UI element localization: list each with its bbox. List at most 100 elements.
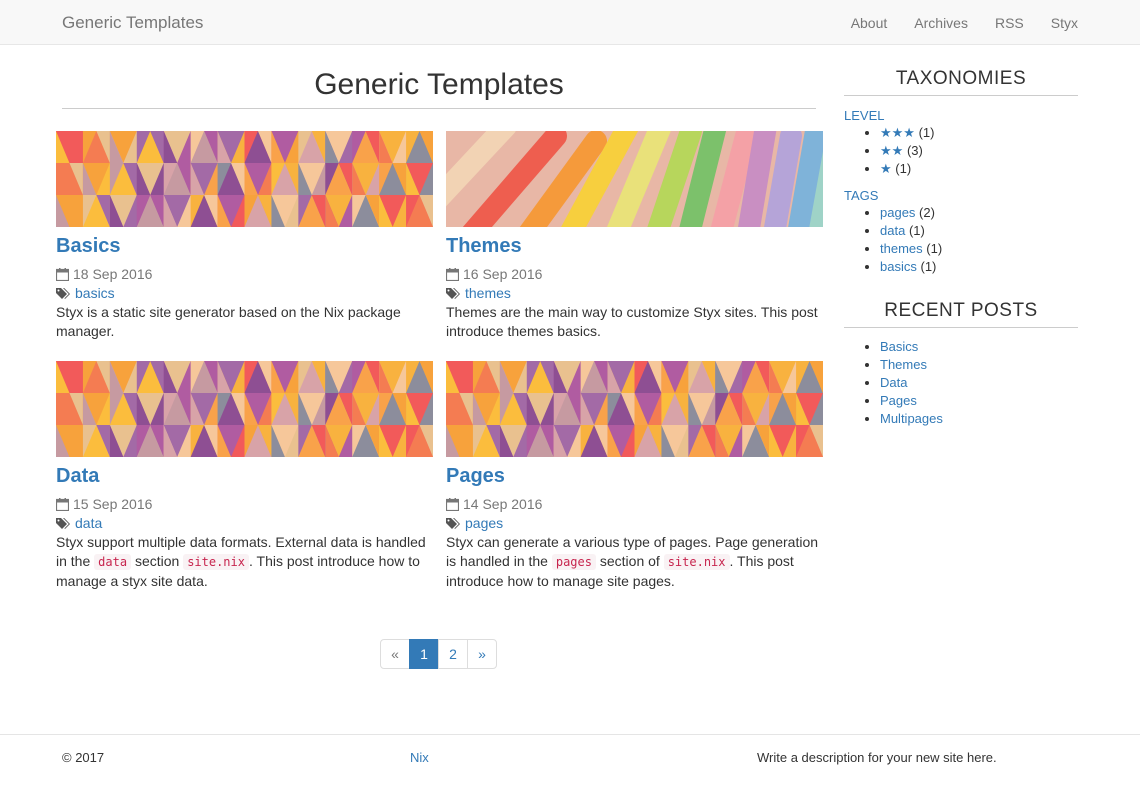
post-date-text: 16 Sep 2016: [463, 266, 543, 282]
taxonomies-heading: TAXONOMIES: [844, 68, 1078, 96]
inline-code: site.nix: [663, 554, 730, 570]
pagination-prev[interactable]: «: [380, 639, 410, 669]
post-description: Themes are the main way to customize Sty…: [446, 304, 818, 339]
recent-post-link[interactable]: Multipages: [880, 411, 943, 426]
calendar-icon: [446, 497, 459, 511]
level-label[interactable]: LEVEL: [844, 108, 1078, 123]
post-tags: themes: [446, 284, 823, 302]
nav-link-about[interactable]: About: [851, 15, 888, 31]
title-divider: [62, 108, 816, 109]
post-description: Styx is a static site generator based on…: [56, 304, 401, 339]
post-date-text: 18 Sep 2016: [73, 266, 153, 282]
level-count: (3): [906, 143, 923, 158]
tag-count: (2): [919, 205, 935, 220]
navbar: Generic Templates About Archives RSS Sty…: [0, 0, 1140, 45]
post-title[interactable]: Basics: [56, 234, 433, 258]
post-date: 18 Sep 2016: [56, 265, 433, 283]
inline-code: data: [94, 554, 132, 570]
pagination-page-2[interactable]: 2: [438, 639, 468, 669]
post-tag-link[interactable]: data: [75, 514, 102, 532]
level-count: (1): [895, 161, 912, 176]
tag-item: basics (1): [880, 258, 1078, 276]
tag-count: (1): [926, 241, 943, 256]
recent-post-item: Basics: [880, 338, 1078, 356]
post-date: 15 Sep 2016: [56, 495, 433, 513]
level-link[interactable]: ★★★: [880, 125, 915, 140]
post-date-text: 15 Sep 2016: [73, 496, 153, 512]
post-banner-image[interactable]: [56, 131, 433, 227]
post-date: 16 Sep 2016: [446, 265, 823, 283]
post-tag-link[interactable]: pages: [465, 514, 503, 532]
post-banner-image[interactable]: [446, 131, 823, 227]
calendar-icon: [56, 267, 69, 281]
recent-post-link[interactable]: Themes: [880, 357, 927, 372]
post-title[interactable]: Pages: [446, 464, 823, 488]
recent-posts-list: Basics Themes Data Pages Multipages: [844, 338, 1078, 428]
level-count: (1): [918, 125, 935, 140]
tags-icon: [446, 517, 460, 529]
recent-post-item: Themes: [880, 356, 1078, 374]
pagination-page-1[interactable]: 1: [409, 639, 439, 669]
post-tags: pages: [446, 514, 823, 532]
tag-link[interactable]: themes: [880, 241, 923, 256]
level-link[interactable]: ★: [880, 161, 892, 176]
post-tags: basics: [56, 284, 433, 302]
tag-item: themes (1): [880, 240, 1078, 258]
post-tags: data: [56, 514, 433, 532]
post-banner-image[interactable]: [56, 361, 433, 457]
inline-code: pages: [551, 554, 596, 570]
tag-item: data (1): [880, 222, 1078, 240]
footer-nix-link[interactable]: Nix: [410, 750, 429, 765]
recent-post-link[interactable]: Basics: [880, 339, 918, 354]
tags-icon: [56, 287, 70, 299]
post-date-text: 14 Sep 2016: [463, 496, 543, 512]
tag-link[interactable]: pages: [880, 205, 915, 220]
desc-text: section: [134, 553, 180, 569]
post-date: 14 Sep 2016: [446, 495, 823, 513]
recent-post-item: Data: [880, 374, 1078, 392]
inline-code: site.nix: [183, 554, 249, 570]
tag-link[interactable]: data: [880, 223, 905, 238]
recent-post-link[interactable]: Data: [880, 375, 907, 390]
page-title: Generic Templates: [314, 68, 564, 101]
post-title[interactable]: Themes: [446, 234, 823, 258]
post-card-basics: Basics 18 Sep 2016 basics Styx is a stat…: [56, 131, 433, 341]
site-brand[interactable]: Generic Templates: [62, 13, 203, 33]
tags-icon: [446, 287, 460, 299]
tag-item: pages (2): [880, 204, 1078, 222]
post-tag-link[interactable]: themes: [465, 284, 511, 302]
desc-text: section of: [599, 553, 660, 569]
recent-post-link[interactable]: Pages: [880, 393, 917, 408]
footer-description: Write a description for your new site he…: [757, 750, 997, 765]
tag-count: (1): [908, 223, 925, 238]
post-card-data: Data 15 Sep 2016 data Styx support multi…: [56, 361, 433, 591]
recent-posts-heading: RECENT POSTS: [844, 300, 1078, 328]
level-item: ★★★ (1): [880, 124, 1078, 142]
nav-links: About Archives RSS Styx: [824, 15, 1078, 31]
recent-post-item: Multipages: [880, 410, 1078, 428]
level-link[interactable]: ★★: [880, 143, 903, 158]
calendar-icon: [56, 497, 69, 511]
tag-list: pages (2) data (1) themes (1) basics (1): [844, 204, 1078, 276]
post-description: Styx support multiple data formats. Exte…: [56, 533, 433, 591]
footer-copyright: © 2017: [62, 750, 105, 765]
sidebar: TAXONOMIES LEVEL ★★★ (1) ★★ (3) ★ (1) TA…: [844, 68, 1078, 428]
post-tag-link[interactable]: basics: [75, 284, 115, 302]
recent-post-item: Pages: [880, 392, 1078, 410]
footer: © 2017 Nix Write a description for your …: [0, 734, 1140, 800]
tag-link[interactable]: basics: [880, 259, 917, 274]
nav-link-archives[interactable]: Archives: [914, 15, 968, 31]
pagination-next[interactable]: »: [467, 639, 497, 669]
tags-label[interactable]: TAGS: [844, 188, 1078, 203]
post-card-pages: Pages 14 Sep 2016 pages Styx can generat…: [446, 361, 823, 591]
calendar-icon: [446, 267, 459, 281]
level-item: ★★ (3): [880, 142, 1078, 160]
tags-icon: [56, 517, 70, 529]
nav-link-rss[interactable]: RSS: [995, 15, 1024, 31]
post-title[interactable]: Data: [56, 464, 433, 488]
nav-link-styx[interactable]: Styx: [1051, 15, 1078, 31]
post-banner-image[interactable]: [446, 361, 823, 457]
level-item: ★ (1): [880, 160, 1078, 178]
tag-count: (1): [920, 259, 937, 274]
pagination: « 1 2 »: [380, 639, 497, 669]
